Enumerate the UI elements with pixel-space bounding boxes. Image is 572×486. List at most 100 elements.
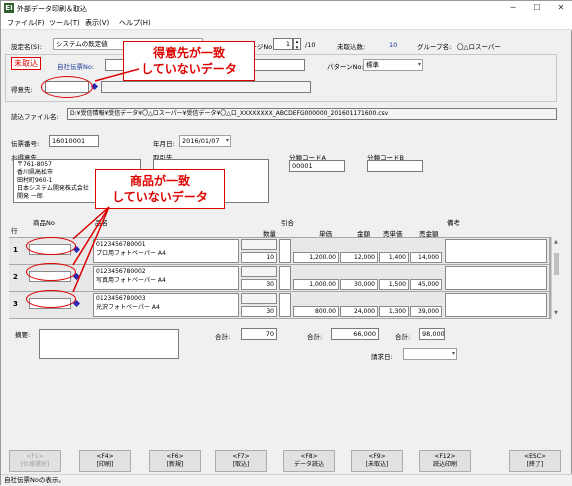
scroll-thumb[interactable]: [554, 253, 559, 275]
billing-date-picker[interactable]: ▾: [403, 348, 457, 360]
memo-label: 摘要:: [15, 331, 31, 339]
note-cell[interactable]: [445, 293, 547, 317]
item-name-cell[interactable]: 0123456780002 写真用フォトペーパー A4: [93, 266, 239, 290]
chevron-down-icon: ▾: [417, 61, 421, 68]
group-value: 〇△ロスーパー: [457, 43, 501, 51]
col-note: 備考: [447, 219, 460, 227]
slip-number-label: 伝票番号:: [11, 140, 40, 148]
scroll-up-icon[interactable]: ▲: [554, 239, 558, 245]
status-bar: 自社伝票Noの表示。: [1, 474, 572, 486]
flag-cell[interactable]: [279, 239, 291, 263]
sell-amount-cell[interactable]: 39,000: [410, 306, 442, 317]
memo-input[interactable]: [39, 329, 179, 359]
chevron-down-icon: ▾: [225, 137, 229, 144]
pattern-select[interactable]: 標準 ▾: [363, 59, 423, 71]
col-row: 行: [11, 227, 18, 235]
discount-cell[interactable]: [241, 239, 277, 250]
f6-new-button[interactable]: <F6> [新規]: [149, 450, 201, 472]
billing-date-label: 請求日:: [371, 353, 393, 361]
menu-bar: ファイル(F) ツール(T) 表示(V) ヘルプ(H): [1, 16, 572, 30]
item-highlight-oval: [26, 290, 76, 308]
sell-total-field: 98,000: [419, 328, 445, 340]
col-item-no: 商品No: [33, 219, 55, 227]
amount-total-field: 66,000: [331, 328, 379, 340]
customer-name-field: [101, 81, 311, 93]
f1-button[interactable]: <F1> [仕様選択]: [9, 450, 61, 472]
unit-price-cell[interactable]: 1,000.00: [293, 279, 339, 290]
sell-price-cell[interactable]: 1,400: [379, 252, 409, 263]
unit-price-cell[interactable]: 1,200.00: [293, 252, 339, 263]
discount-cell[interactable]: [241, 293, 277, 304]
flag-cell[interactable]: [279, 293, 291, 317]
menu-tool[interactable]: ツール(T): [49, 18, 80, 28]
sell-amount-cell[interactable]: 45,000: [410, 279, 442, 290]
settings-name-label: 設定名(S):: [11, 43, 42, 51]
maximize-button[interactable]: ☐: [525, 2, 549, 14]
note-cell[interactable]: [445, 266, 547, 290]
menu-view[interactable]: 表示(V): [85, 18, 109, 28]
flag-cell[interactable]: [279, 266, 291, 290]
file-path-field: D:¥受信情報¥受信データ¥〇△ロスーパー¥受信データ¥〇△ロ_XXXXXXXX…: [67, 108, 557, 120]
date-picker[interactable]: 2016/01/07 ▾: [179, 135, 231, 147]
slip-number-input[interactable]: 16010001: [49, 135, 99, 147]
sell-price-cell[interactable]: 1,300: [379, 306, 409, 317]
date-label: 年月日:: [153, 140, 175, 148]
qty-cell[interactable]: 10: [241, 252, 277, 263]
table-row[interactable]: 3 0123456780003 光沢フォトペーパー A4 30 800.00 24…: [9, 292, 549, 318]
scroll-down-icon[interactable]: ▼: [554, 310, 558, 316]
address-line: 〒761-8057: [17, 161, 52, 168]
app-window: EI 外部データ印刷＆取込 ─ ☐ ✕ ファイル(F) ツール(T) 表示(V)…: [0, 0, 572, 486]
amount-cell[interactable]: 30,000: [340, 279, 378, 290]
status-badge: 未取込: [11, 57, 41, 70]
customer-highlight-oval: [41, 76, 93, 98]
class-a-input[interactable]: 00001: [289, 160, 345, 172]
item-mismatch-callout: 商品が一致 していないデータ: [95, 169, 225, 209]
f9-unimported-button[interactable]: <F9> [未取込]: [351, 450, 403, 472]
title-bar: EI 外部データ印刷＆取込 ─ ☐ ✕: [1, 1, 572, 16]
window-title: 外部データ印刷＆取込: [17, 5, 87, 13]
f7-import-button[interactable]: <F7> [取込]: [215, 450, 267, 472]
unit-price-cell[interactable]: 800.00: [293, 306, 339, 317]
sell-total-label: 合計:: [395, 333, 411, 341]
amount-total-label: 合計:: [307, 333, 323, 341]
esc-exit-button[interactable]: <ESC> [終了]: [509, 450, 561, 472]
close-button[interactable]: ✕: [549, 2, 572, 14]
app-icon: EI: [4, 3, 14, 13]
item-highlight-oval: [26, 263, 76, 281]
customer-mismatch-callout: 得意先が一致 していないデータ: [123, 41, 255, 81]
f4-print-button[interactable]: <F4> [印刷]: [79, 450, 131, 472]
class-b-input[interactable]: [367, 160, 423, 172]
qty-cell[interactable]: 30: [241, 306, 277, 317]
item-name-cell[interactable]: 0123456780001 プロ用フォトペーパー A4: [93, 239, 239, 263]
amount-cell[interactable]: 24,000: [340, 306, 378, 317]
table-row[interactable]: 2 0123456780002 写真用フォトペーパー A4 30 1,000.00…: [9, 265, 549, 291]
f8-load-data-button[interactable]: <F8> データ読込: [283, 450, 335, 472]
unimported-count: 10: [389, 41, 398, 49]
qty-cell[interactable]: 30: [241, 279, 277, 290]
detail-grid: 1 0123456780001 プロ用フォトペーパー A4 10 1,200.00…: [9, 237, 559, 319]
page-spinner[interactable]: ▴ ▾: [293, 38, 301, 51]
sell-amount-cell[interactable]: 14,000: [410, 252, 442, 263]
table-row[interactable]: 1 0123456780001 プロ用フォトペーパー A4 10 1,200.00…: [9, 238, 549, 264]
item-name-cell[interactable]: 0123456780003 光沢フォトペーパー A4: [93, 293, 239, 317]
page-input[interactable]: 1: [273, 38, 293, 50]
row-number: 3: [13, 300, 18, 308]
item-highlight-oval: [26, 237, 76, 255]
row-number: 1: [13, 246, 18, 254]
pattern-label: パターンNo:: [327, 63, 364, 71]
unimported-label: 未取込数:: [337, 43, 366, 51]
sell-price-cell[interactable]: 1,500: [379, 279, 409, 290]
page-total: /10: [305, 41, 316, 49]
f12-load-print-button[interactable]: <F12> 読込印刷: [419, 450, 471, 472]
own-slip-label: 自社伝票No:: [57, 63, 95, 71]
grid-scrollbar[interactable]: ▲ ▼: [551, 237, 561, 319]
amount-cell[interactable]: 12,000: [340, 252, 378, 263]
menu-help[interactable]: ヘルプ(H): [119, 18, 151, 28]
discount-cell[interactable]: [241, 266, 277, 277]
minimize-button[interactable]: ─: [501, 2, 525, 14]
menu-file[interactable]: ファイル(F): [7, 18, 45, 28]
col-item-name: 品名: [95, 219, 108, 227]
qty-total-field: 70: [241, 328, 277, 340]
qty-total-label: 合計:: [215, 333, 231, 341]
note-cell[interactable]: [445, 239, 547, 263]
